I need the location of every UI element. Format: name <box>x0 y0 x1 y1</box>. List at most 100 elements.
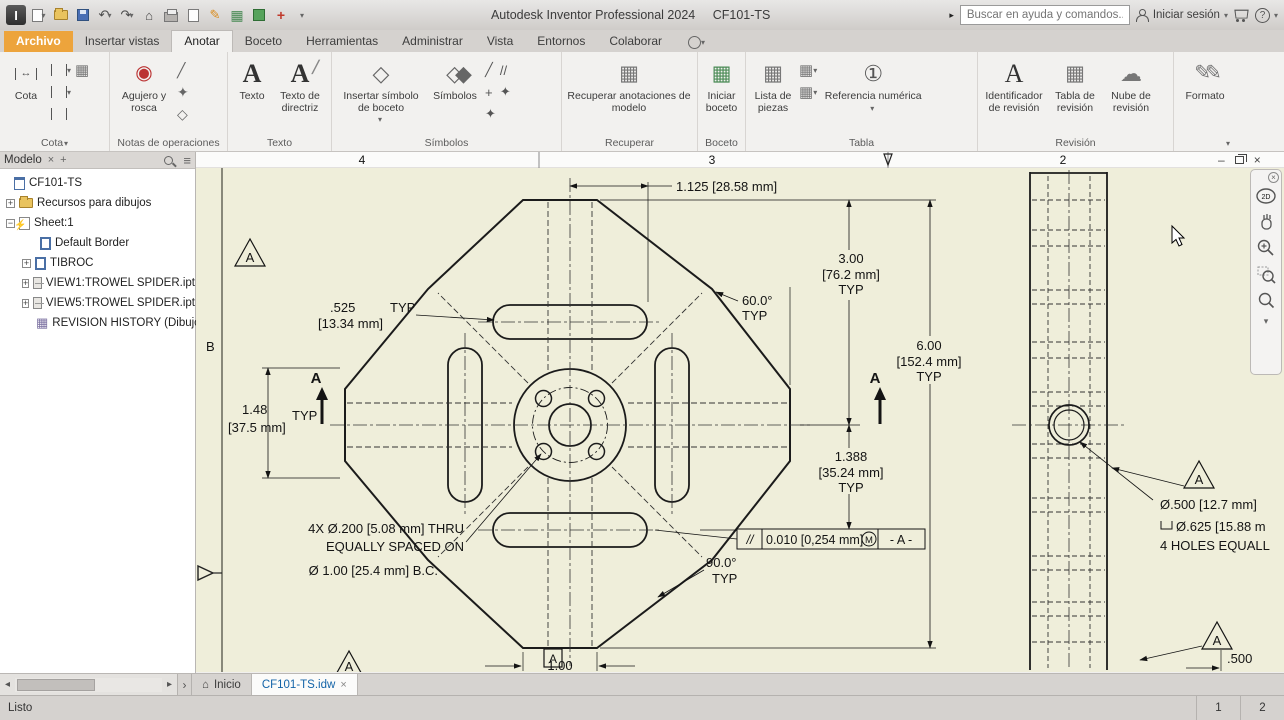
group-label-texto[interactable]: Texto <box>228 137 331 149</box>
inventor-logo[interactable]: I <box>6 5 26 25</box>
store-cart-icon[interactable] <box>1234 10 1249 22</box>
material-button[interactable]: ▦ <box>228 5 246 25</box>
sign-in-button[interactable]: Iniciar sesión <box>1153 9 1220 21</box>
help-search-input[interactable] <box>959 5 1130 25</box>
expand-icon[interactable]: + <box>22 278 30 288</box>
zoom-window-button[interactable] <box>1253 261 1279 287</box>
formato-group-chevron[interactable]: ▾ <box>1174 137 1284 149</box>
weld-symbol-button[interactable]: ✦ <box>483 103 498 125</box>
print-button[interactable] <box>162 5 180 25</box>
expand-icon[interactable]: + <box>22 298 30 308</box>
print-preview-button[interactable] <box>184 5 202 25</box>
group-label-notas[interactable]: Notas de operaciones <box>110 137 227 149</box>
add-qat-button[interactable]: + <box>272 5 290 25</box>
browser-expand-chevron[interactable]: › <box>178 674 192 695</box>
doc-tab-drawing[interactable]: CF101-TS.idw × <box>251 674 358 695</box>
measure-button[interactable]: ✎ <box>206 5 224 25</box>
new-file-button[interactable]: ▾ <box>30 5 48 25</box>
save-button[interactable] <box>74 5 92 25</box>
zoom-all-button[interactable] <box>1253 287 1279 313</box>
tree-item-view1[interactable]: + VIEW1:TROWEL SPIDER.ipt <box>0 273 195 293</box>
tab-entornos[interactable]: Entornos <box>525 31 597 52</box>
recuperar-button[interactable]: ▦ Recuperar anotaciones de modelo <box>565 55 693 116</box>
home-button[interactable]: ⌂ <box>140 5 158 25</box>
drawing-canvas[interactable]: 4 3 2 B 1.125 [28.58 mm] 6.00 [152.4 mm]… <box>196 152 1284 672</box>
qat-customize-button[interactable]: ▾ <box>294 5 312 25</box>
scrollbar-track[interactable] <box>15 677 162 692</box>
tab-colaborar[interactable]: Colaborar <box>597 31 674 52</box>
browser-add-tab-icon[interactable]: + <box>60 154 66 166</box>
datum-target-button[interactable]: + <box>483 81 498 103</box>
ordinate-dim-button[interactable]: ▾ <box>49 81 73 103</box>
scrollbar-thumb[interactable] <box>17 678 95 691</box>
browser-title[interactable]: Modelo <box>4 154 42 166</box>
pan-hand-button[interactable] <box>1253 209 1279 235</box>
bend-note-button[interactable]: ◇ <box>175 103 191 125</box>
tree-item-view5[interactable]: + VIEW5:TROWEL SPIDER.ipt <box>0 293 195 313</box>
doc-tab-inicio[interactable]: ⌂ Inicio <box>192 674 252 695</box>
hole-table-button[interactable]: ▦ ▾ <box>797 81 819 103</box>
redo-button[interactable]: ↷ ▾ <box>118 5 136 25</box>
tab-close-icon[interactable]: × <box>340 679 346 691</box>
tree-item-tibroc[interactable]: + TIBROC <box>0 253 195 273</box>
punch-note-button[interactable]: ✦ <box>175 81 191 103</box>
chamfer-note-button[interactable]: ╱ <box>175 59 191 81</box>
tab-boceto[interactable]: Boceto <box>233 31 294 52</box>
formato-button[interactable]: ✎✎ Formato <box>1177 55 1233 105</box>
doc-restore-button[interactable] <box>1234 154 1247 164</box>
zoom-in-button[interactable] <box>1253 235 1279 261</box>
cota-button[interactable]: ↔ Cota <box>3 55 49 105</box>
tab-vista[interactable]: Vista <box>475 31 525 52</box>
group-label-recuperar[interactable]: Recuperar <box>562 137 697 149</box>
browser-close-icon[interactable]: × <box>48 154 54 166</box>
tab-herramientas[interactable]: Herramientas <box>294 31 390 52</box>
simbolos-button[interactable]: ◇◆ Símbolos <box>427 55 483 105</box>
tab-anotar[interactable]: Anotar <box>171 30 233 52</box>
doc-close-button[interactable]: × <box>1254 153 1261 167</box>
retrieve-dim-button[interactable]: ▦ <box>73 59 91 81</box>
tree-item-recursos[interactable]: + Recursos para dibujos <box>0 193 195 213</box>
doc-minimize-button[interactable]: – <box>1218 153 1225 167</box>
referencia-numerica-button[interactable]: ① Referencia numérica ▾ <box>819 55 927 116</box>
identificador-revision-button[interactable]: A Identificador de revisión <box>981 55 1047 116</box>
open-button[interactable] <box>52 5 70 25</box>
baseline-dim-button[interactable]: ▾ <box>49 59 73 81</box>
expand-icon[interactable]: + <box>6 198 15 208</box>
nube-revision-button[interactable]: ☁ Nube de revisión <box>1103 55 1159 116</box>
feature-cf-button[interactable]: ✦ <box>498 81 513 103</box>
chain-dim-button[interactable] <box>49 103 73 125</box>
tabla-revision-button[interactable]: ▦ Tabla de revisión <box>1047 55 1103 116</box>
tree-item-default-border[interactable]: Default Border <box>0 233 195 253</box>
agujero-rosca-button[interactable]: ◉ Agujero y rosca <box>113 55 175 116</box>
navbar-close-icon[interactable]: × <box>1268 172 1279 183</box>
table-button[interactable]: ▦ ▾ <box>797 59 819 81</box>
tab-insertar-vistas[interactable]: Insertar vistas <box>73 31 172 52</box>
browser-menu-icon[interactable]: ≡ <box>183 153 191 168</box>
surface-symbol-button[interactable]: ╱ <box>483 59 498 81</box>
texto-directriz-button[interactable]: A Texto de directriz <box>273 55 327 116</box>
iniciar-boceto-button[interactable]: ▦ Iniciar boceto <box>701 55 742 116</box>
insertar-simbolo-button[interactable]: ◇ Insertar símbolo de boceto ▾ <box>335 55 427 128</box>
tab-administrar[interactable]: Administrar <box>390 31 475 52</box>
navbar-more-chevron-icon[interactable]: ▾ <box>1253 313 1279 329</box>
parallel-symbol-button[interactable]: // <box>498 59 513 81</box>
help-chevron-icon[interactable]: ▾ <box>1274 11 1278 20</box>
scroll-left-icon[interactable]: ◂ <box>0 679 15 690</box>
expand-icon[interactable]: + <box>22 258 31 268</box>
browser-horizontal-scrollbar[interactable]: ◂ ▸ <box>0 674 178 695</box>
lista-piezas-button[interactable]: ▦ Lista de piezas <box>749 55 797 116</box>
help-icon[interactable]: ? <box>1254 7 1270 23</box>
group-label-revision[interactable]: Revisión <box>978 137 1173 149</box>
search-expand-icon[interactable]: ▸ <box>949 10 954 21</box>
group-label-tabla[interactable]: Tabla <box>746 137 977 149</box>
group-label-cota[interactable]: Cota ▾ <box>0 137 109 149</box>
drawing-sheet[interactable] <box>196 168 1284 672</box>
steering-wheel-2d-button[interactable]: 2D <box>1253 183 1279 209</box>
appearance-button[interactable] <box>250 5 268 25</box>
scroll-right-icon[interactable]: ▸ <box>162 679 177 690</box>
ribbon-display-options[interactable]: ▾ <box>688 36 705 52</box>
tree-item-root[interactable]: CF101-TS <box>0 173 195 193</box>
sign-in-chevron-icon[interactable]: ▾ <box>1224 11 1228 20</box>
tree-item-sheet1[interactable]: − ⚡ Sheet:1 <box>0 213 195 233</box>
group-label-simbolos[interactable]: Símbolos <box>332 137 561 149</box>
